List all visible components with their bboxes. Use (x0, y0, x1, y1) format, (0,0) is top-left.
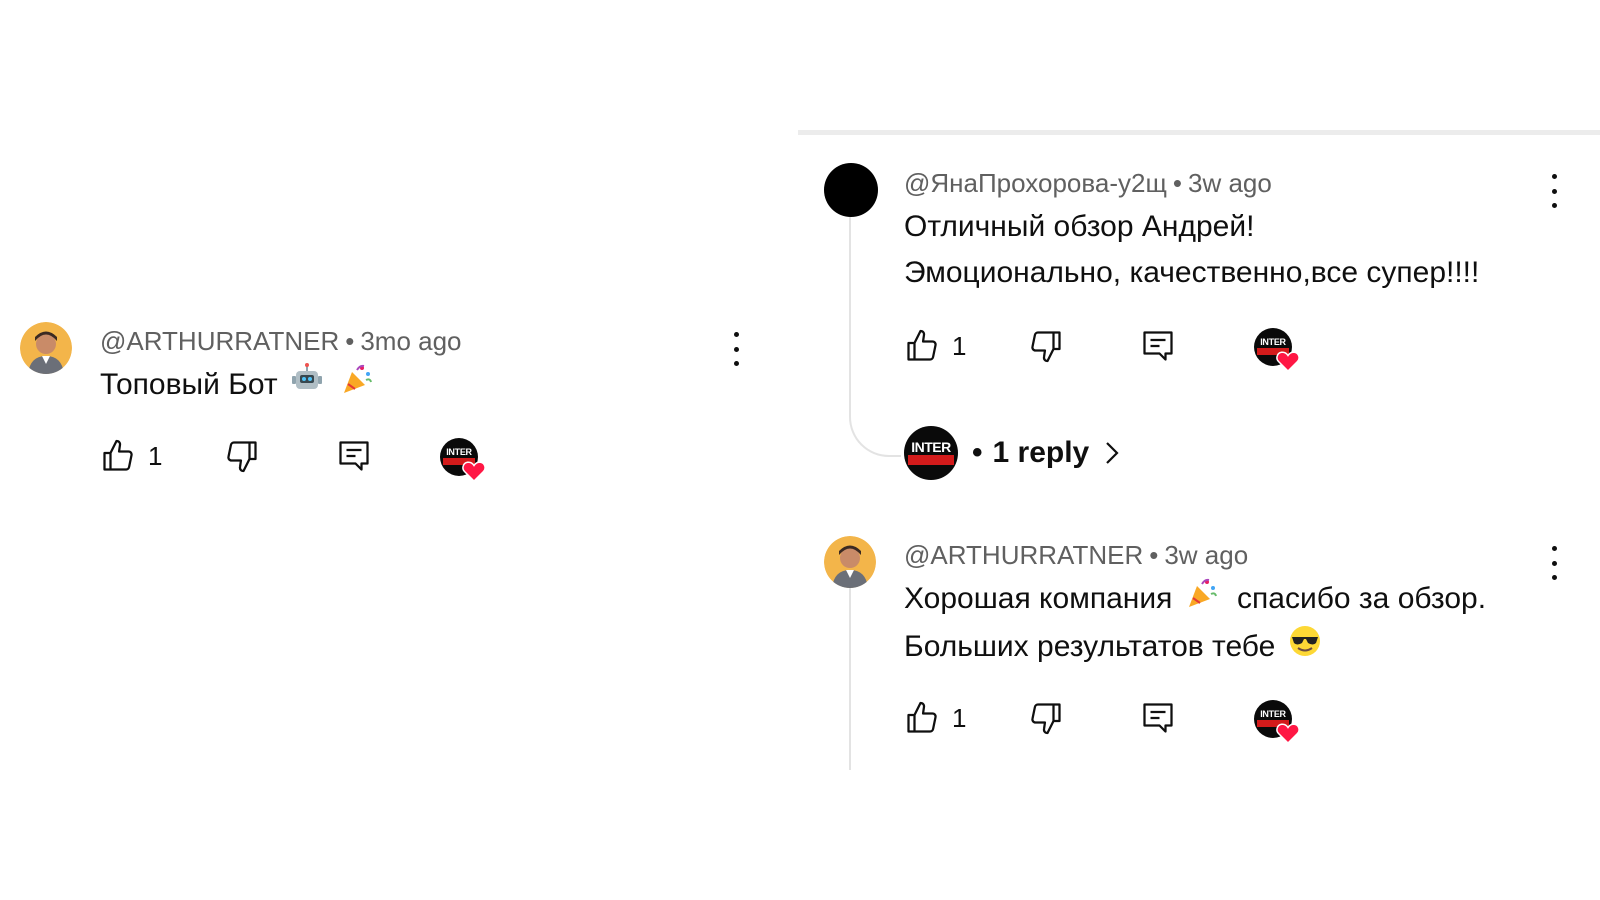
comment-line: спасибо за обзор. (1237, 582, 1487, 615)
thumb-down-icon (1031, 331, 1061, 363)
thumb-down-icon (227, 441, 257, 473)
avatar[interactable] (824, 536, 876, 588)
comment-meta: @ARTHURRATNER • 3mo ago (100, 326, 462, 357)
party-popper-emoji-icon (1185, 576, 1219, 624)
more-vert-icon[interactable] (731, 332, 741, 366)
section-divider (798, 130, 1600, 135)
meta-separator: • (345, 326, 355, 356)
comment-line: Больших результатов тебе (904, 630, 1276, 664)
heart-icon (1276, 351, 1300, 372)
dislike-button[interactable] (1028, 700, 1064, 736)
comment-time[interactable]: 3w ago (1188, 168, 1272, 198)
sunglasses-emoji-icon (1288, 624, 1322, 672)
thread-curve (849, 410, 901, 457)
more-vert-icon[interactable] (1549, 174, 1559, 208)
like-count: 1 (952, 702, 967, 733)
thread-line (849, 580, 851, 770)
thumb-up-icon (907, 329, 937, 361)
comment-time[interactable]: 3mo ago (360, 326, 461, 356)
more-vert-icon[interactable] (1549, 546, 1559, 580)
meta-separator: • (1149, 540, 1159, 570)
dislike-button[interactable] (224, 438, 260, 474)
heart-icon (1276, 723, 1300, 744)
reply-count-label[interactable]: 1 reply (993, 436, 1090, 470)
comment-actions: 1 INTER (100, 438, 520, 482)
reply-comment-icon (1143, 331, 1173, 361)
party-popper-emoji-icon (340, 362, 374, 410)
heart-icon (462, 461, 486, 482)
thumb-down-icon (1031, 703, 1061, 735)
robot-emoji-icon (290, 362, 324, 410)
reply-button[interactable] (1140, 328, 1176, 364)
comment-text: Топовый Бот (100, 362, 378, 410)
reply-comment-icon (1143, 703, 1173, 733)
like-button[interactable]: 1 (100, 438, 162, 474)
comment-meta: @ЯнаПрохорова-у2щ • 3w ago (904, 168, 1272, 199)
author-handle[interactable]: @ARTHURRATNER (904, 540, 1143, 570)
reply-button[interactable] (1140, 700, 1176, 736)
avatar[interactable] (20, 322, 72, 374)
dislike-button[interactable] (1028, 328, 1064, 364)
creator-heart-badge: INTER (1254, 700, 1300, 744)
author-handle[interactable]: @ARTHURRATNER (100, 326, 339, 356)
like-button[interactable]: 1 (904, 328, 966, 364)
chevron-right-icon (1106, 442, 1119, 464)
comment-line: Эмоционально, качественно,все супер!!!! (904, 256, 1480, 289)
comment-time[interactable]: 3w ago (1164, 540, 1248, 570)
thumb-up-icon (103, 439, 133, 471)
comment-text: Отличный обзор Андрей! Эмоционально, кач… (904, 204, 1479, 296)
avatar[interactable] (824, 163, 878, 217)
reply-separator: • (972, 436, 983, 469)
comment-meta: @ARTHURRATNER • 3w ago (904, 540, 1248, 571)
creator-heart-badge: INTER (440, 438, 486, 482)
like-button[interactable]: 1 (904, 700, 966, 736)
replies-toggle[interactable]: INTER • 1 reply (904, 426, 1121, 480)
reply-button[interactable] (336, 438, 372, 474)
comment-line: Топовый Бот (100, 368, 278, 401)
thumb-up-icon (907, 701, 937, 733)
comment-actions: 1 INTER (904, 700, 1324, 744)
like-count: 1 (148, 440, 163, 471)
creator-heart-badge: INTER (1254, 328, 1300, 372)
creator-avatar: INTER (904, 426, 958, 480)
author-handle[interactable]: @ЯнаПрохорова-у2щ (904, 168, 1167, 198)
comment-line: Отличный обзор Андрей! (904, 210, 1255, 243)
thread-line (849, 214, 851, 410)
comment-text: Хорошая компания спасибо за обзор. Больш… (904, 576, 1486, 672)
comment-actions: 1 INTER (904, 328, 1324, 372)
comment-line: Хорошая компания (904, 582, 1173, 615)
like-count: 1 (952, 330, 967, 361)
meta-separator: • (1172, 168, 1182, 198)
reply-comment-icon (339, 441, 369, 471)
